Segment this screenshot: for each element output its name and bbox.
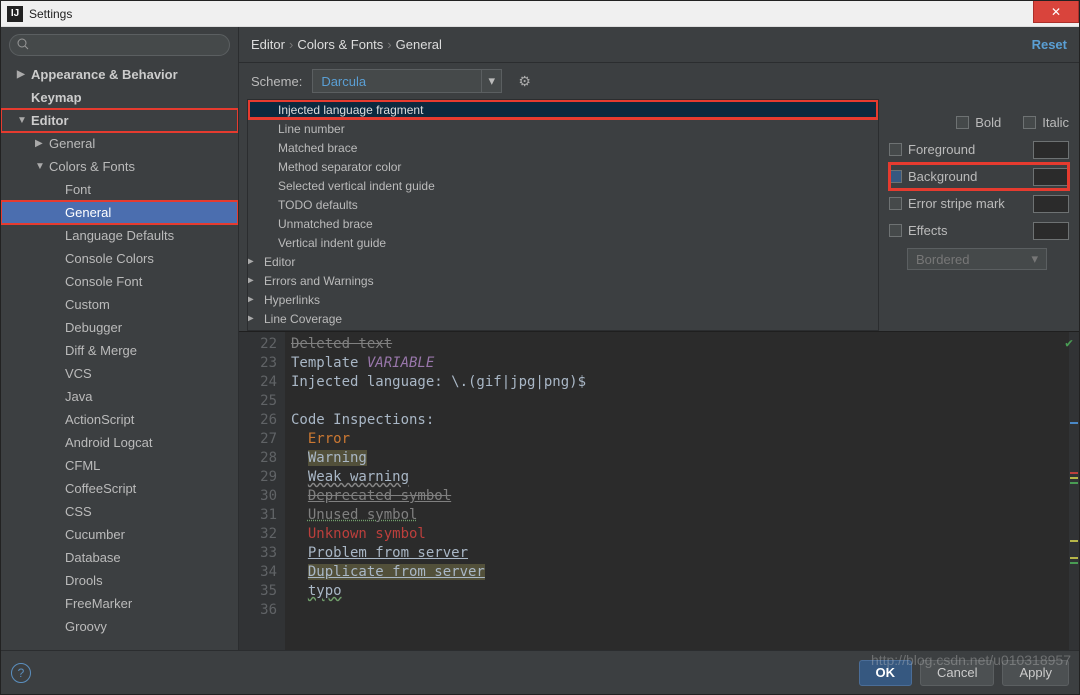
sidebar-item-actionscript[interactable]: ActionScript <box>1 408 238 431</box>
effects-checkbox[interactable] <box>889 224 902 237</box>
attr-line-coverage[interactable]: ▶Line Coverage <box>248 309 878 328</box>
sidebar-item-database[interactable]: Database <box>1 546 238 569</box>
sidebar-item-android-logcat[interactable]: Android Logcat <box>1 431 238 454</box>
sidebar-item-language-defaults[interactable]: Language Defaults <box>1 224 238 247</box>
sidebar-item-drools[interactable]: Drools <box>1 569 238 592</box>
attr-injected-language-fragment[interactable]: Injected language fragment <box>248 100 878 119</box>
attr-unmatched-brace[interactable]: Unmatched brace <box>248 214 878 233</box>
search-icon <box>17 38 29 50</box>
attr-line-number[interactable]: Line number <box>248 119 878 138</box>
titlebar: IJ Settings ✕ <box>1 1 1079 27</box>
sidebar-item-java[interactable]: Java <box>1 385 238 408</box>
footer: ? OK Cancel Apply <box>1 650 1079 694</box>
settings-tree[interactable]: ▶Appearance & Behavior Keymap▼Editor▶Gen… <box>1 63 238 650</box>
help-button[interactable]: ? <box>11 663 31 683</box>
sidebar-item-coffeescript[interactable]: CoffeeScript <box>1 477 238 500</box>
background-label: Background <box>908 169 977 184</box>
search-input[interactable] <box>9 34 230 56</box>
ok-button[interactable]: OK <box>859 660 913 686</box>
sidebar-item-colors-fonts[interactable]: ▼Colors & Fonts <box>1 155 238 178</box>
errorstripe-swatch[interactable] <box>1033 195 1069 213</box>
sidebar-item-debugger[interactable]: Debugger <box>1 316 238 339</box>
attr-editor[interactable]: ▶Editor <box>248 252 878 271</box>
bold-checkbox[interactable] <box>956 116 969 129</box>
italic-label: Italic <box>1042 115 1069 130</box>
code-preview: 222324252627282930313233343536 Deleted t… <box>239 331 1079 650</box>
error-stripe[interactable]: ✔ <box>1069 332 1079 650</box>
sidebar-item-css[interactable]: CSS <box>1 500 238 523</box>
chevron-down-icon: ▾ <box>1031 251 1038 267</box>
sidebar-item-vcs[interactable]: VCS <box>1 362 238 385</box>
errorstripe-label: Error stripe mark <box>908 196 1005 211</box>
attribute-properties: Bold Italic Foreground Background Error … <box>879 99 1079 331</box>
foreground-swatch[interactable] <box>1033 141 1069 159</box>
effects-swatch[interactable] <box>1033 222 1069 240</box>
attr-vertical-indent-guide[interactable]: Vertical indent guide <box>248 233 878 252</box>
sidebar-item-cucumber[interactable]: Cucumber <box>1 523 238 546</box>
italic-checkbox[interactable] <box>1023 116 1036 129</box>
scheme-label: Scheme: <box>251 74 302 89</box>
search-wrap <box>1 27 238 63</box>
sidebar-item-freemarker[interactable]: FreeMarker <box>1 592 238 615</box>
attr-selected-vertical-indent-guide[interactable]: Selected vertical indent guide <box>248 176 878 195</box>
gear-icon[interactable]: ⚙ <box>518 73 531 90</box>
effects-label: Effects <box>908 223 948 238</box>
sidebar-item-appearance-behavior[interactable]: ▶Appearance & Behavior <box>1 63 238 86</box>
background-checkbox[interactable] <box>889 170 902 183</box>
sidebar-item-editor[interactable]: ▼Editor <box>1 109 238 132</box>
close-icon: ✕ <box>1051 5 1061 19</box>
close-button[interactable]: ✕ <box>1033 1 1079 23</box>
scheme-dropdown-button[interactable]: ▾ <box>482 69 502 93</box>
attr-todo-defaults[interactable]: TODO defaults <box>248 195 878 214</box>
apply-button[interactable]: Apply <box>1002 660 1069 686</box>
bold-label: Bold <box>975 115 1001 130</box>
attribute-list[interactable]: Injected language fragmentLine numberMat… <box>247 99 879 331</box>
sidebar-item-font[interactable]: Font <box>1 178 238 201</box>
main-panel: Editor›Colors & Fonts›General Reset Sche… <box>239 27 1079 650</box>
attr-method-separator-color[interactable]: Method separator color <box>248 157 878 176</box>
ok-check-icon: ✔ <box>1065 334 1073 353</box>
code-area[interactable]: Deleted textTemplate VARIABLEInjected la… <box>285 332 1069 650</box>
attr-matched-brace[interactable]: Matched brace <box>248 138 878 157</box>
errorstripe-checkbox[interactable] <box>889 197 902 210</box>
sidebar-item-console-colors[interactable]: Console Colors <box>1 247 238 270</box>
sidebar-item-general[interactable]: General <box>1 201 238 224</box>
sidebar-item-keymap[interactable]: Keymap <box>1 86 238 109</box>
cancel-button[interactable]: Cancel <box>920 660 994 686</box>
sidebar-item-diff-merge[interactable]: Diff & Merge <box>1 339 238 362</box>
sidebar-item-groovy[interactable]: Groovy <box>1 615 238 638</box>
foreground-label: Foreground <box>908 142 975 157</box>
scheme-row: Scheme: Darcula ▾ ⚙ <box>239 63 1079 99</box>
window-title: Settings <box>29 7 1073 21</box>
sidebar-item-cfml[interactable]: CFML <box>1 454 238 477</box>
sidebar-item-custom[interactable]: Custom <box>1 293 238 316</box>
app-logo: IJ <box>7 6 23 22</box>
effects-type-select[interactable]: Bordered▾ <box>907 248 1047 270</box>
attr-errors-and-warnings[interactable]: ▶Errors and Warnings <box>248 271 878 290</box>
reset-link[interactable]: Reset <box>1032 37 1067 52</box>
scheme-select[interactable]: Darcula <box>312 69 482 93</box>
sidebar: ▶Appearance & Behavior Keymap▼Editor▶Gen… <box>1 27 239 650</box>
attr-hyperlinks[interactable]: ▶Hyperlinks <box>248 290 878 309</box>
foreground-checkbox[interactable] <box>889 143 902 156</box>
breadcrumb: Editor›Colors & Fonts›General <box>251 37 442 52</box>
chevron-down-icon: ▾ <box>489 73 496 89</box>
background-swatch[interactable] <box>1033 168 1069 186</box>
scheme-value: Darcula <box>321 74 366 89</box>
sidebar-item-console-font[interactable]: Console Font <box>1 270 238 293</box>
breadcrumb-bar: Editor›Colors & Fonts›General Reset <box>239 27 1079 63</box>
gutter: 222324252627282930313233343536 <box>239 332 285 650</box>
sidebar-item-general[interactable]: ▶General <box>1 132 238 155</box>
